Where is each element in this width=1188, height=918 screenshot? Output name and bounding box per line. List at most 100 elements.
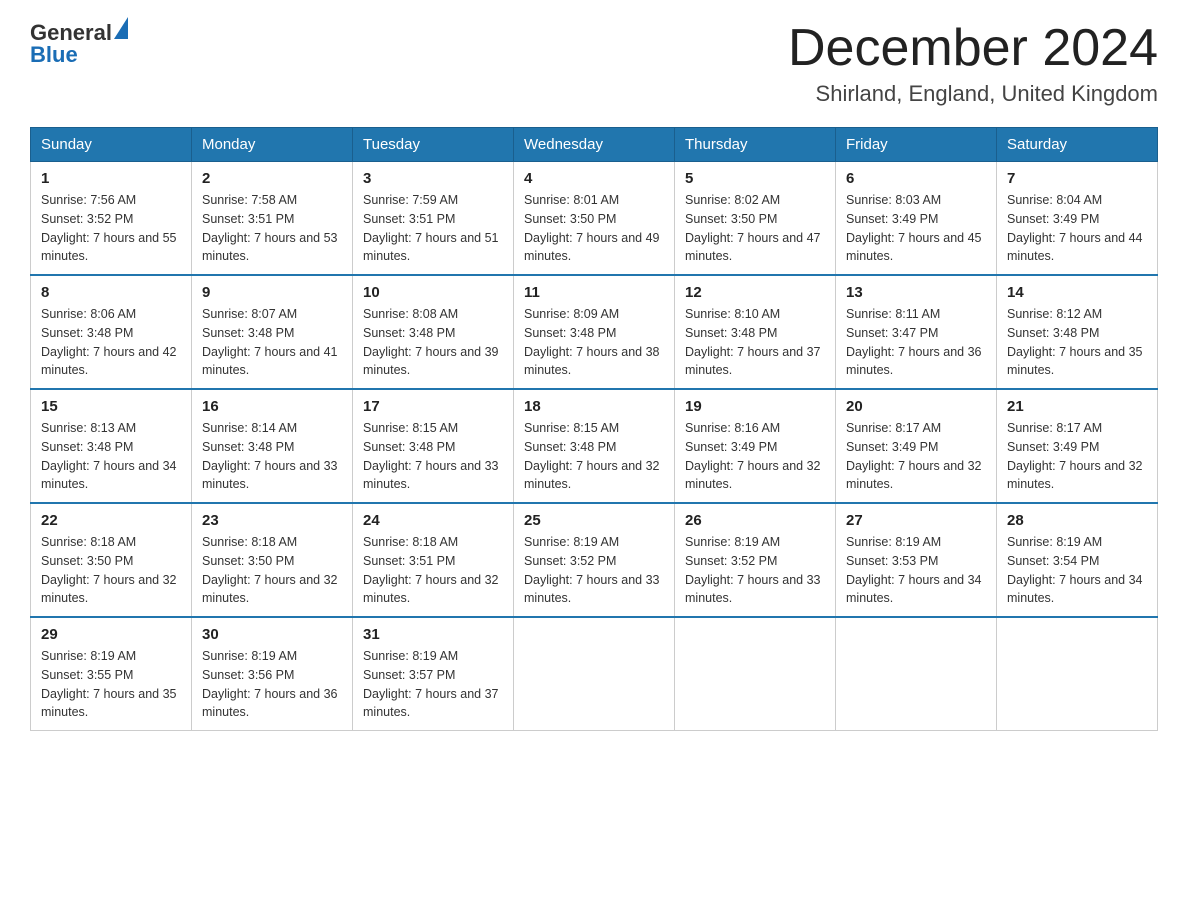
day-info: Sunrise: 8:03 AM Sunset: 3:49 PM Dayligh… — [846, 191, 986, 266]
calendar-table: Sunday Monday Tuesday Wednesday Thursday… — [30, 127, 1158, 731]
page-header: General Blue December 2024 Shirland, Eng… — [30, 20, 1158, 107]
day-number: 10 — [363, 284, 503, 301]
day-info: Sunrise: 8:19 AM Sunset: 3:53 PM Dayligh… — [846, 533, 986, 608]
day-number: 21 — [1007, 398, 1147, 415]
calendar-cell: 8 Sunrise: 8:06 AM Sunset: 3:48 PM Dayli… — [31, 275, 192, 389]
day-info: Sunrise: 8:17 AM Sunset: 3:49 PM Dayligh… — [1007, 419, 1147, 494]
calendar-cell: 20 Sunrise: 8:17 AM Sunset: 3:49 PM Dayl… — [836, 389, 997, 503]
day-info: Sunrise: 8:08 AM Sunset: 3:48 PM Dayligh… — [363, 305, 503, 380]
day-info: Sunrise: 8:18 AM Sunset: 3:51 PM Dayligh… — [363, 533, 503, 608]
day-number: 4 — [524, 170, 664, 187]
week-row-5: 29 Sunrise: 8:19 AM Sunset: 3:55 PM Dayl… — [31, 617, 1158, 731]
calendar-cell — [836, 617, 997, 731]
header-monday: Monday — [192, 128, 353, 162]
day-number: 14 — [1007, 284, 1147, 301]
calendar-cell: 7 Sunrise: 8:04 AM Sunset: 3:49 PM Dayli… — [997, 162, 1158, 276]
header-tuesday: Tuesday — [353, 128, 514, 162]
calendar-cell: 27 Sunrise: 8:19 AM Sunset: 3:53 PM Dayl… — [836, 503, 997, 617]
day-number: 20 — [846, 398, 986, 415]
day-info: Sunrise: 7:59 AM Sunset: 3:51 PM Dayligh… — [363, 191, 503, 266]
calendar-cell: 22 Sunrise: 8:18 AM Sunset: 3:50 PM Dayl… — [31, 503, 192, 617]
day-number: 27 — [846, 512, 986, 529]
week-row-2: 8 Sunrise: 8:06 AM Sunset: 3:48 PM Dayli… — [31, 275, 1158, 389]
calendar-cell: 14 Sunrise: 8:12 AM Sunset: 3:48 PM Dayl… — [997, 275, 1158, 389]
day-number: 23 — [202, 512, 342, 529]
day-number: 19 — [685, 398, 825, 415]
calendar-cell: 9 Sunrise: 8:07 AM Sunset: 3:48 PM Dayli… — [192, 275, 353, 389]
day-number: 8 — [41, 284, 181, 301]
day-info: Sunrise: 8:15 AM Sunset: 3:48 PM Dayligh… — [524, 419, 664, 494]
day-number: 1 — [41, 170, 181, 187]
day-info: Sunrise: 8:19 AM Sunset: 3:54 PM Dayligh… — [1007, 533, 1147, 608]
logo-blue-text: Blue — [30, 42, 128, 68]
day-number: 7 — [1007, 170, 1147, 187]
day-info: Sunrise: 8:07 AM Sunset: 3:48 PM Dayligh… — [202, 305, 342, 380]
day-number: 13 — [846, 284, 986, 301]
calendar-cell: 30 Sunrise: 8:19 AM Sunset: 3:56 PM Dayl… — [192, 617, 353, 731]
day-info: Sunrise: 8:15 AM Sunset: 3:48 PM Dayligh… — [363, 419, 503, 494]
day-number: 2 — [202, 170, 342, 187]
day-info: Sunrise: 8:18 AM Sunset: 3:50 PM Dayligh… — [202, 533, 342, 608]
day-info: Sunrise: 8:17 AM Sunset: 3:49 PM Dayligh… — [846, 419, 986, 494]
calendar-cell: 4 Sunrise: 8:01 AM Sunset: 3:50 PM Dayli… — [514, 162, 675, 276]
day-number: 11 — [524, 284, 664, 301]
calendar-cell: 1 Sunrise: 7:56 AM Sunset: 3:52 PM Dayli… — [31, 162, 192, 276]
title-section: December 2024 Shirland, England, United … — [788, 20, 1158, 107]
calendar-cell: 2 Sunrise: 7:58 AM Sunset: 3:51 PM Dayli… — [192, 162, 353, 276]
day-number: 12 — [685, 284, 825, 301]
day-number: 29 — [41, 626, 181, 643]
day-info: Sunrise: 8:19 AM Sunset: 3:52 PM Dayligh… — [685, 533, 825, 608]
logo: General Blue — [30, 20, 128, 68]
calendar-cell: 21 Sunrise: 8:17 AM Sunset: 3:49 PM Dayl… — [997, 389, 1158, 503]
day-info: Sunrise: 7:56 AM Sunset: 3:52 PM Dayligh… — [41, 191, 181, 266]
calendar-cell: 29 Sunrise: 8:19 AM Sunset: 3:55 PM Dayl… — [31, 617, 192, 731]
week-row-3: 15 Sunrise: 8:13 AM Sunset: 3:48 PM Dayl… — [31, 389, 1158, 503]
day-number: 22 — [41, 512, 181, 529]
calendar-cell: 13 Sunrise: 8:11 AM Sunset: 3:47 PM Dayl… — [836, 275, 997, 389]
day-info: Sunrise: 8:13 AM Sunset: 3:48 PM Dayligh… — [41, 419, 181, 494]
day-number: 15 — [41, 398, 181, 415]
day-info: Sunrise: 8:10 AM Sunset: 3:48 PM Dayligh… — [685, 305, 825, 380]
calendar-cell: 19 Sunrise: 8:16 AM Sunset: 3:49 PM Dayl… — [675, 389, 836, 503]
day-info: Sunrise: 7:58 AM Sunset: 3:51 PM Dayligh… — [202, 191, 342, 266]
day-info: Sunrise: 8:06 AM Sunset: 3:48 PM Dayligh… — [41, 305, 181, 380]
day-info: Sunrise: 8:19 AM Sunset: 3:56 PM Dayligh… — [202, 647, 342, 722]
day-number: 30 — [202, 626, 342, 643]
calendar-cell: 15 Sunrise: 8:13 AM Sunset: 3:48 PM Dayl… — [31, 389, 192, 503]
calendar-cell: 23 Sunrise: 8:18 AM Sunset: 3:50 PM Dayl… — [192, 503, 353, 617]
day-number: 5 — [685, 170, 825, 187]
day-number: 17 — [363, 398, 503, 415]
day-number: 28 — [1007, 512, 1147, 529]
week-row-1: 1 Sunrise: 7:56 AM Sunset: 3:52 PM Dayli… — [31, 162, 1158, 276]
day-number: 3 — [363, 170, 503, 187]
day-info: Sunrise: 8:18 AM Sunset: 3:50 PM Dayligh… — [41, 533, 181, 608]
calendar-cell: 6 Sunrise: 8:03 AM Sunset: 3:49 PM Dayli… — [836, 162, 997, 276]
calendar-cell: 11 Sunrise: 8:09 AM Sunset: 3:48 PM Dayl… — [514, 275, 675, 389]
calendar-cell: 16 Sunrise: 8:14 AM Sunset: 3:48 PM Dayl… — [192, 389, 353, 503]
day-info: Sunrise: 8:04 AM Sunset: 3:49 PM Dayligh… — [1007, 191, 1147, 266]
calendar-cell: 3 Sunrise: 7:59 AM Sunset: 3:51 PM Dayli… — [353, 162, 514, 276]
header-saturday: Saturday — [997, 128, 1158, 162]
calendar-cell: 31 Sunrise: 8:19 AM Sunset: 3:57 PM Dayl… — [353, 617, 514, 731]
day-info: Sunrise: 8:09 AM Sunset: 3:48 PM Dayligh… — [524, 305, 664, 380]
day-info: Sunrise: 8:02 AM Sunset: 3:50 PM Dayligh… — [685, 191, 825, 266]
day-number: 18 — [524, 398, 664, 415]
calendar-cell: 28 Sunrise: 8:19 AM Sunset: 3:54 PM Dayl… — [997, 503, 1158, 617]
header-thursday: Thursday — [675, 128, 836, 162]
day-number: 24 — [363, 512, 503, 529]
weekday-header-row: Sunday Monday Tuesday Wednesday Thursday… — [31, 128, 1158, 162]
calendar-cell: 5 Sunrise: 8:02 AM Sunset: 3:50 PM Dayli… — [675, 162, 836, 276]
calendar-cell: 18 Sunrise: 8:15 AM Sunset: 3:48 PM Dayl… — [514, 389, 675, 503]
location-title: Shirland, England, United Kingdom — [788, 81, 1158, 107]
calendar-cell: 25 Sunrise: 8:19 AM Sunset: 3:52 PM Dayl… — [514, 503, 675, 617]
day-info: Sunrise: 8:19 AM Sunset: 3:52 PM Dayligh… — [524, 533, 664, 608]
calendar-cell: 26 Sunrise: 8:19 AM Sunset: 3:52 PM Dayl… — [675, 503, 836, 617]
day-info: Sunrise: 8:11 AM Sunset: 3:47 PM Dayligh… — [846, 305, 986, 380]
day-info: Sunrise: 8:16 AM Sunset: 3:49 PM Dayligh… — [685, 419, 825, 494]
calendar-cell: 10 Sunrise: 8:08 AM Sunset: 3:48 PM Dayl… — [353, 275, 514, 389]
week-row-4: 22 Sunrise: 8:18 AM Sunset: 3:50 PM Dayl… — [31, 503, 1158, 617]
day-info: Sunrise: 8:14 AM Sunset: 3:48 PM Dayligh… — [202, 419, 342, 494]
header-friday: Friday — [836, 128, 997, 162]
day-info: Sunrise: 8:19 AM Sunset: 3:55 PM Dayligh… — [41, 647, 181, 722]
header-wednesday: Wednesday — [514, 128, 675, 162]
